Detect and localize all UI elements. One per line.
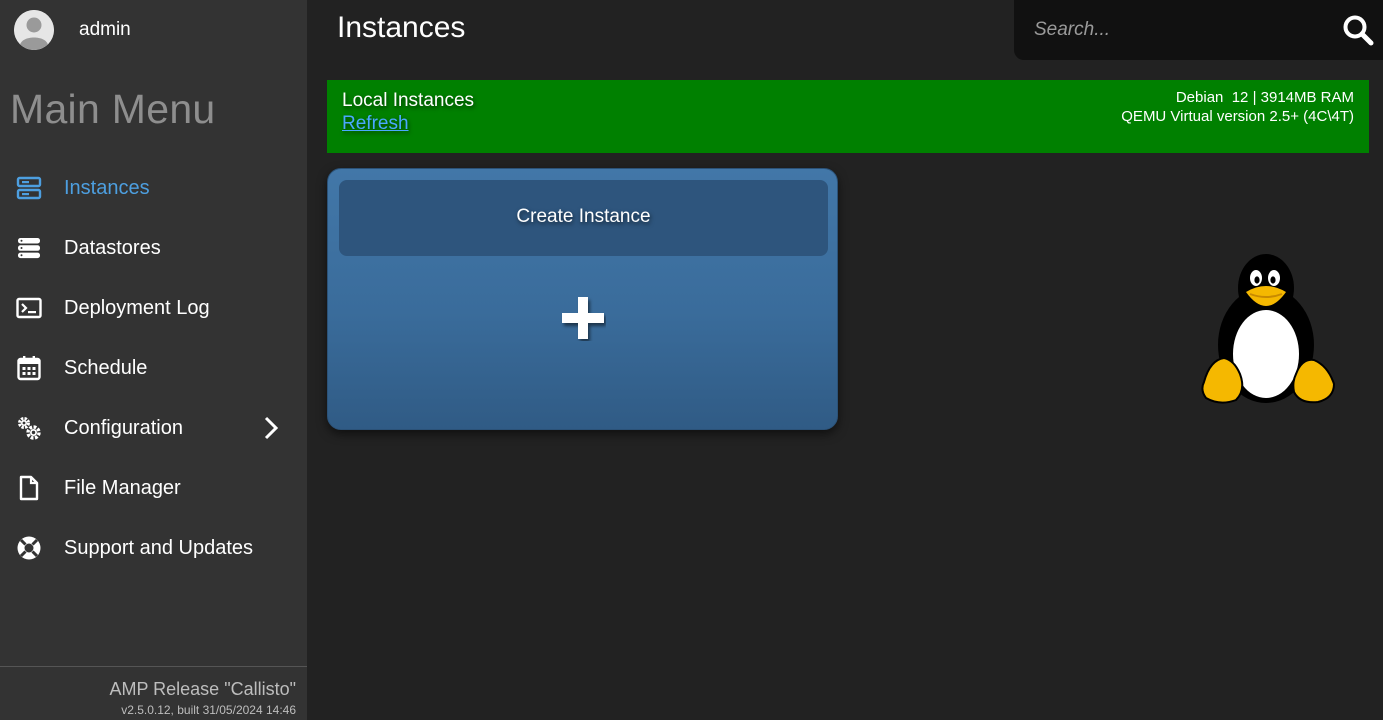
sidebar-item-instances[interactable]: Instances [0,158,307,218]
sidebar-item-file-manager[interactable]: File Manager [0,458,307,518]
sidebar-item-configuration[interactable]: Configuration [0,398,307,458]
file-icon [16,475,42,501]
plus-icon[interactable] [560,295,606,341]
search-icon[interactable] [1342,14,1374,46]
sidebar-item-support-and-updates[interactable]: Support and Updates [0,518,307,578]
sidebar-item-label: Configuration [64,417,183,439]
search-bar [1014,0,1383,60]
avatar-icon[interactable] [14,10,54,50]
sidebar-item-schedule[interactable]: Schedule [0,338,307,398]
database-icon [16,235,42,261]
build-info: v2.5.0.12, built 31/05/2024 14:46 [121,703,296,717]
release-name: AMP Release "Callisto" [109,679,296,699]
calendar-icon [16,355,42,381]
terminal-icon [16,295,42,321]
sidebar-item-label: Instances [64,177,150,199]
server-icon [16,175,42,201]
system-info-os: Debian 12 | 3914MB RAM [1175,89,1354,106]
sidebar-item-deployment-log[interactable]: Deployment Log [0,278,307,338]
main-menu: Instances Datastores Deployment Log Sche… [0,158,307,578]
lifebuoy-icon [16,535,42,561]
search-input[interactable] [1034,14,1334,46]
username[interactable]: admin [79,19,131,41]
refresh-link[interactable]: Refresh [342,113,409,135]
create-instance-card[interactable]: Create Instance [327,168,838,430]
sidebar-item-label: Support and Updates [64,537,254,559]
create-instance-label: Create Instance [516,206,651,227]
chevron-right-icon[interactable] [262,415,280,441]
sidebar: admin Main Menu Instances Datastores Dep… [0,0,307,720]
sidebar-item-label: Schedule [64,357,148,379]
system-info-cpu: QEMU Virtual version 2.5+ (4C\4T) [1121,108,1354,125]
sidebar-footer: AMP Release "Callisto" v2.5.0.12, built … [0,666,307,720]
tux-icon [1200,250,1336,408]
menu-title: Main Menu [10,86,216,132]
local-instances-banner: Local Instances Refresh Debian 12 | 3914… [327,80,1369,153]
sidebar-item-datastores[interactable]: Datastores [0,218,307,278]
page-title: Instances [337,11,466,44]
user-panel[interactable]: admin [0,0,307,60]
gears-icon [16,415,42,441]
create-instance-header[interactable]: Create Instance [339,180,828,256]
sidebar-item-label: Datastores [64,237,161,259]
sidebar-item-label: Deployment Log [64,297,210,319]
sidebar-item-label: File Manager [64,477,181,499]
banner-title: Local Instances [342,90,475,111]
